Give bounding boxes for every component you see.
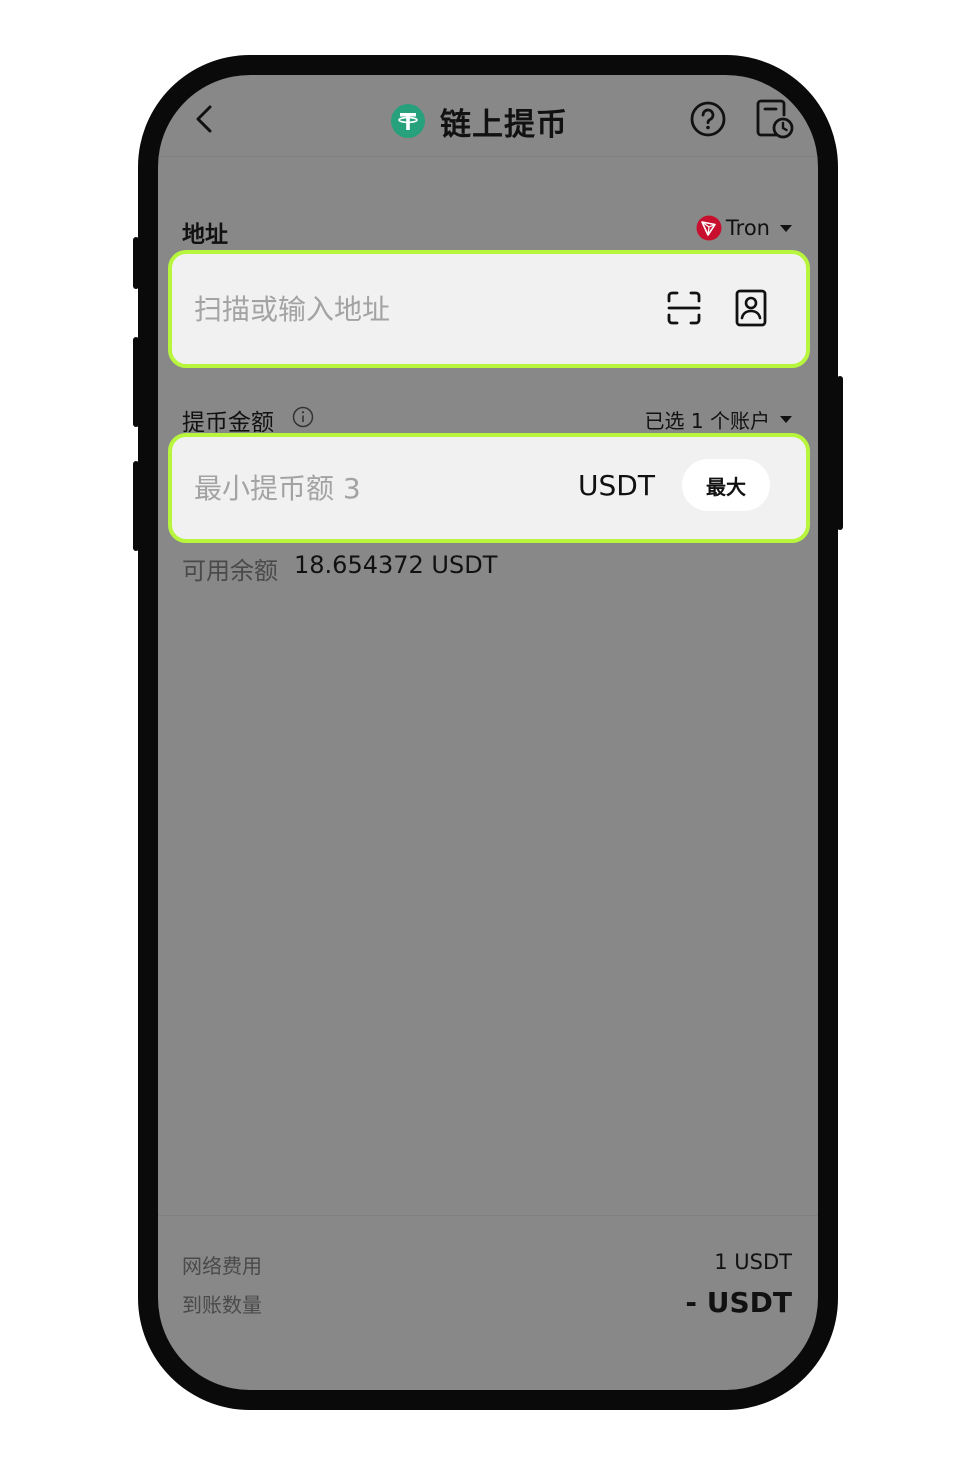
caret-down-icon: [780, 224, 792, 232]
amount-label: 提币金额: [182, 410, 274, 436]
amount-input[interactable]: [194, 463, 524, 513]
amount-field-highlight: USDT 最大: [168, 433, 810, 543]
network-fee-value: 1 USDT: [714, 1250, 792, 1274]
tether-icon: [391, 104, 425, 138]
summary-footer: 网络费用 1 USDT 到账数量 - USDT: [158, 1215, 818, 1390]
caret-down-icon: [780, 416, 792, 423]
accounts-selected-text: 已选 1 个账户: [644, 409, 770, 433]
network-name: Tron: [725, 216, 770, 240]
receive-amount-value: - USDT: [685, 1286, 792, 1319]
phone-side-button: [133, 461, 139, 551]
app-screen: 链上提币 地址 Tron 扫描或输入地址 提币金额 已选 1 个账户 最小提币额…: [158, 75, 818, 1390]
network-selector[interactable]: Tron: [696, 215, 792, 241]
address-label: 地址: [182, 222, 228, 248]
network-fee-label: 网络费用: [182, 1254, 262, 1278]
phone-side-button: [133, 337, 139, 427]
available-balance: 可用余额 18.654372 USDT: [182, 551, 497, 586]
history-record-icon[interactable]: [754, 97, 794, 141]
phone-side-button: [837, 376, 843, 530]
title-group: 链上提币: [390, 99, 568, 143]
tron-icon: [696, 215, 722, 241]
chevron-left-icon[interactable]: [190, 99, 220, 139]
info-icon[interactable]: [292, 406, 314, 428]
phone-side-button: [133, 237, 139, 289]
address-book-icon[interactable]: [734, 288, 768, 328]
address-input[interactable]: [194, 284, 624, 334]
address-field-highlight: [168, 250, 810, 368]
question-circle-icon[interactable]: [688, 99, 728, 139]
page-title: 链上提币: [440, 106, 568, 143]
balance-value: 18.654372 USDT: [294, 551, 498, 579]
currency-label: USDT: [578, 469, 655, 502]
scan-icon[interactable]: [666, 290, 702, 326]
header-bar: 链上提币: [158, 75, 818, 157]
balance-label: 可用余额: [182, 557, 278, 585]
receive-amount-label: 到账数量: [182, 1293, 262, 1317]
max-button[interactable]: 最大: [682, 459, 770, 511]
account-selector[interactable]: 已选 1 个账户: [645, 405, 792, 434]
